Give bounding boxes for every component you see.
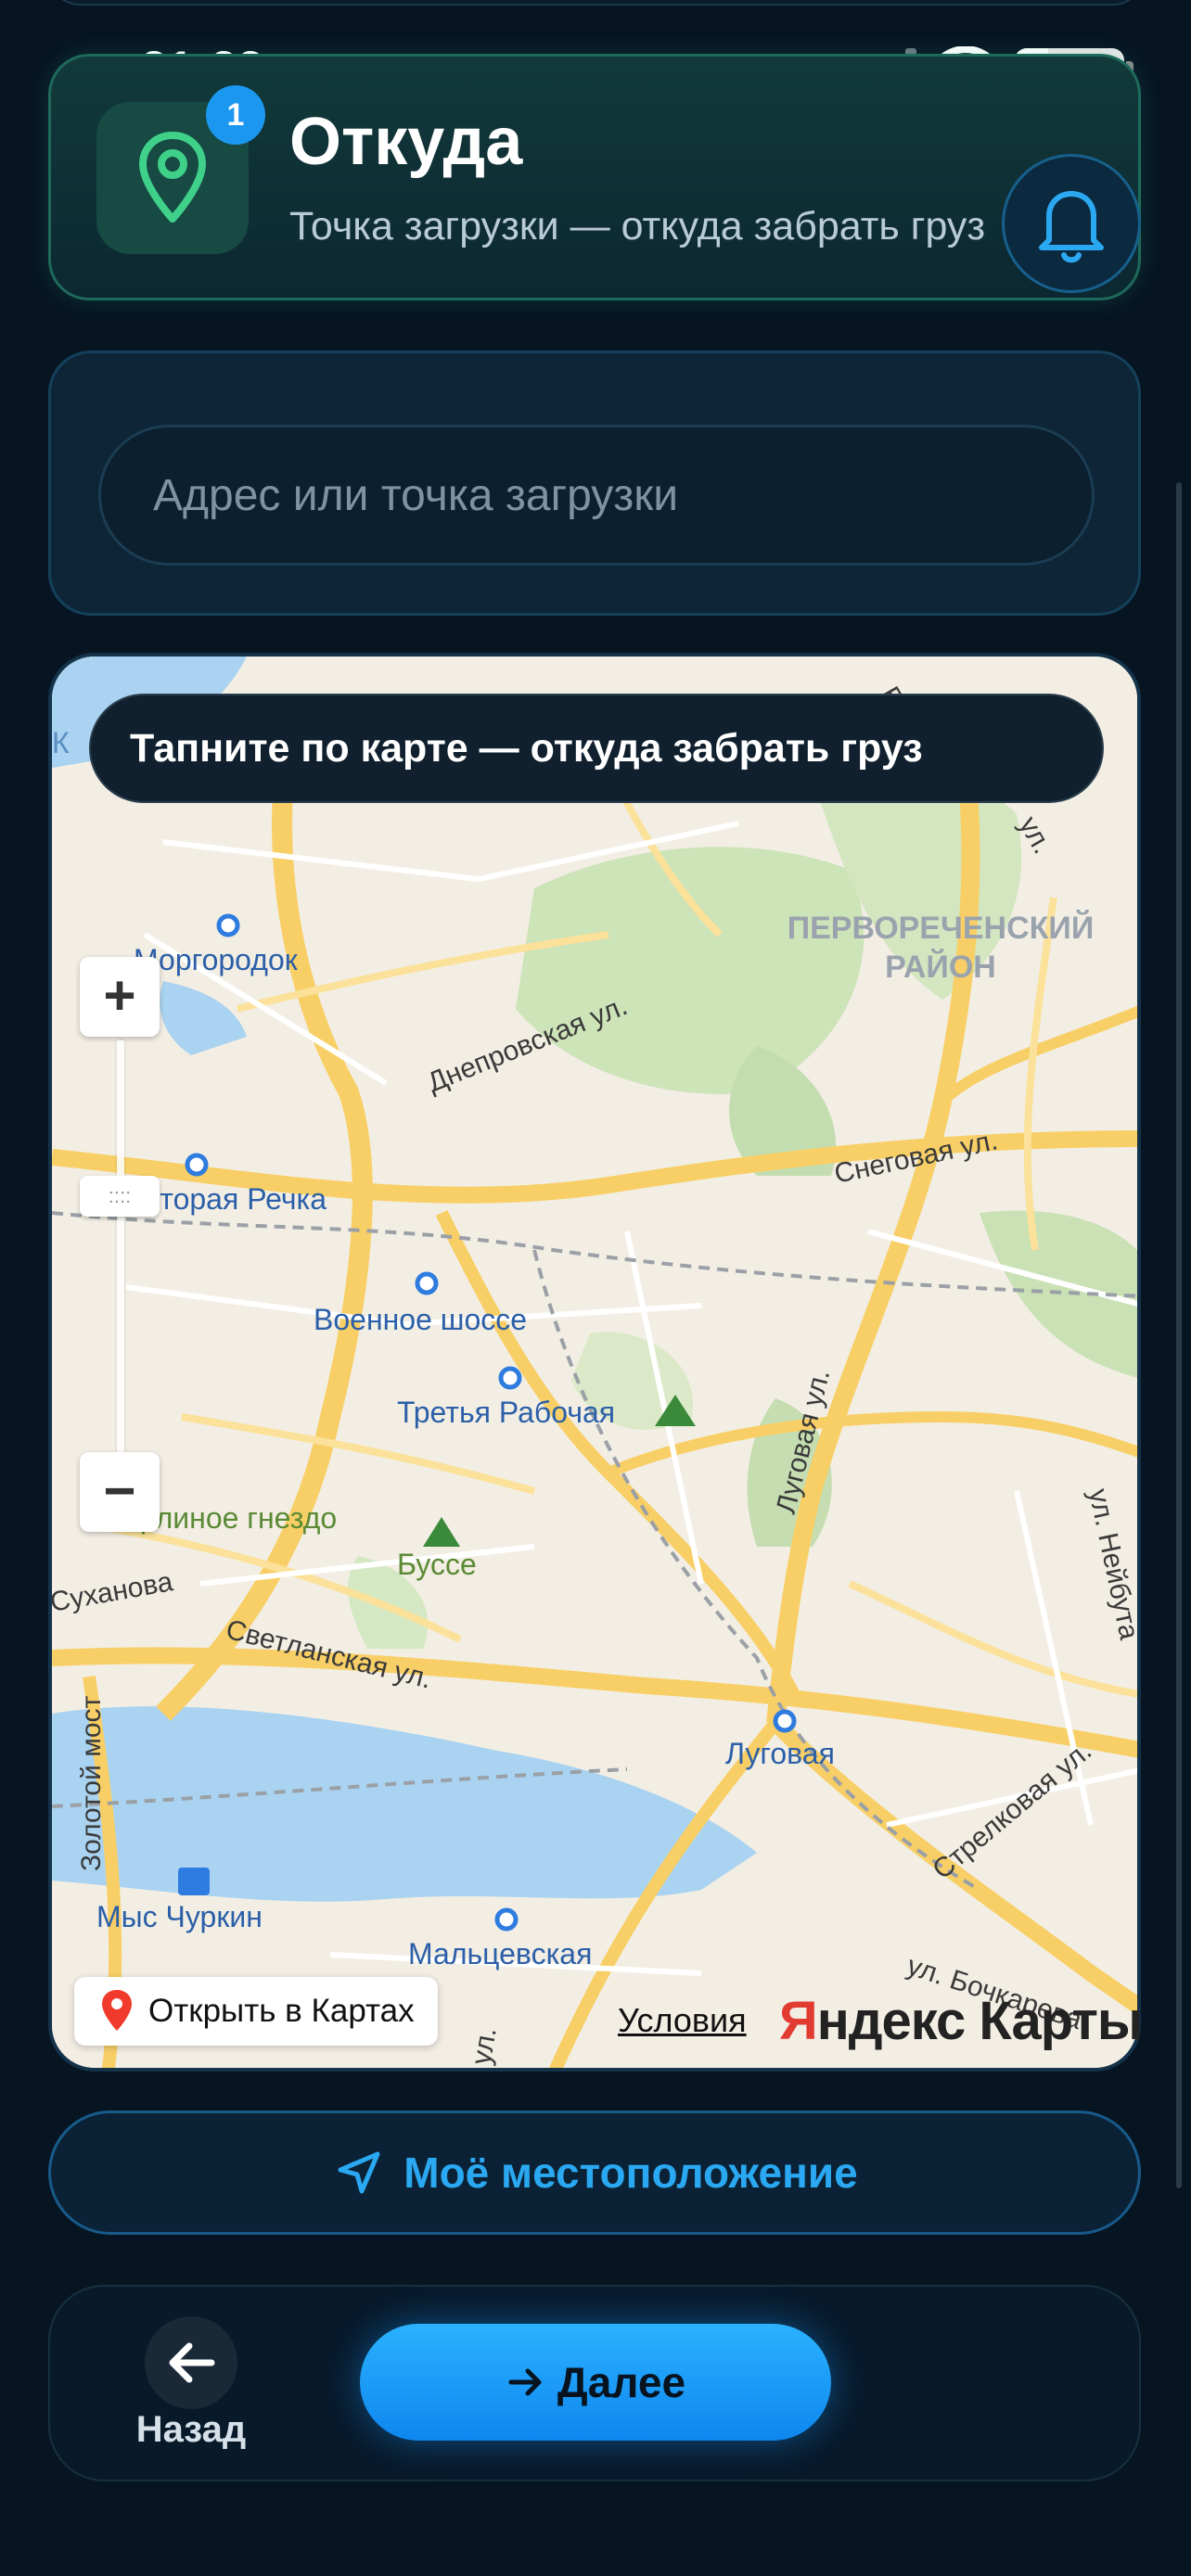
arrow-right-icon xyxy=(508,2368,542,2396)
open-in-maps-label: Открыть в Картах xyxy=(148,1993,415,2029)
navigation-arrow-icon xyxy=(338,2151,380,2194)
map-label-k: К xyxy=(52,726,70,759)
zoom-out-button[interactable]: − xyxy=(80,1452,160,1532)
map-label-zolotoy-most: Золотой мост xyxy=(76,1695,107,1871)
map-pin-icon xyxy=(102,1990,132,2031)
my-location-label: Моё местоположение xyxy=(403,2149,858,2197)
page-title: Откуда xyxy=(289,105,523,179)
terms-link[interactable]: Условия xyxy=(618,2001,747,2040)
my-location-button[interactable]: Моё местоположение xyxy=(48,2111,1141,2235)
address-input[interactable] xyxy=(98,425,1095,566)
zoom-in-button[interactable]: + xyxy=(80,957,160,1037)
yandex-maps-logo: Яндекс Карты xyxy=(779,1991,1143,2051)
back-button[interactable] xyxy=(145,2316,237,2409)
page-subtitle: Точка загрузки — откуда забрать груз xyxy=(289,204,986,249)
map-label-pervorechensky: ПЕРВОРЕЧЕНСКИЙ xyxy=(788,910,1095,946)
zoom-slider-track[interactable] xyxy=(117,1040,124,1456)
map-label-raion: РАЙОН xyxy=(885,949,996,985)
map-view[interactable]: Моргородок Вторая Речка Военное шоссе Тр… xyxy=(48,653,1141,2072)
map-label-mys-churkin: Мыс Чуркин xyxy=(96,1900,263,1933)
previous-card-edge xyxy=(48,0,1145,6)
map-label-busse: Буссе xyxy=(397,1548,477,1581)
next-label: Далее xyxy=(557,2358,686,2406)
scrollbar[interactable] xyxy=(1176,482,1182,2188)
map-label-tretya-rabochaya: Третья Рабочая xyxy=(397,1396,615,1429)
map-label-vtoraya-rechka: Вторая Речка xyxy=(141,1182,327,1216)
arrow-left-icon xyxy=(169,2342,215,2383)
zoom-slider-handle[interactable]: :::: xyxy=(80,1176,160,1217)
open-in-maps-button[interactable]: Открыть в Картах xyxy=(74,1977,438,2046)
notification-badge: 1 xyxy=(206,85,265,145)
map-canvas[interactable]: Моргородок Вторая Речка Военное шоссе Тр… xyxy=(52,657,1141,2072)
back-label[interactable]: Назад xyxy=(130,2409,252,2451)
map-label-lugovaya: Луговая xyxy=(725,1737,835,1770)
map-label-voennoe-shosse: Военное шоссе xyxy=(314,1303,527,1336)
notifications-button[interactable] xyxy=(1002,154,1141,293)
map-label-maltsevskaya: Мальцевская xyxy=(408,1937,592,1970)
map-hint: Тапните по карте — откуда забрать груз xyxy=(89,694,1104,803)
map-label-ul-bottom: ул. xyxy=(466,2025,502,2067)
bell-icon xyxy=(1039,191,1104,263)
next-button[interactable]: Далее xyxy=(360,2324,831,2441)
